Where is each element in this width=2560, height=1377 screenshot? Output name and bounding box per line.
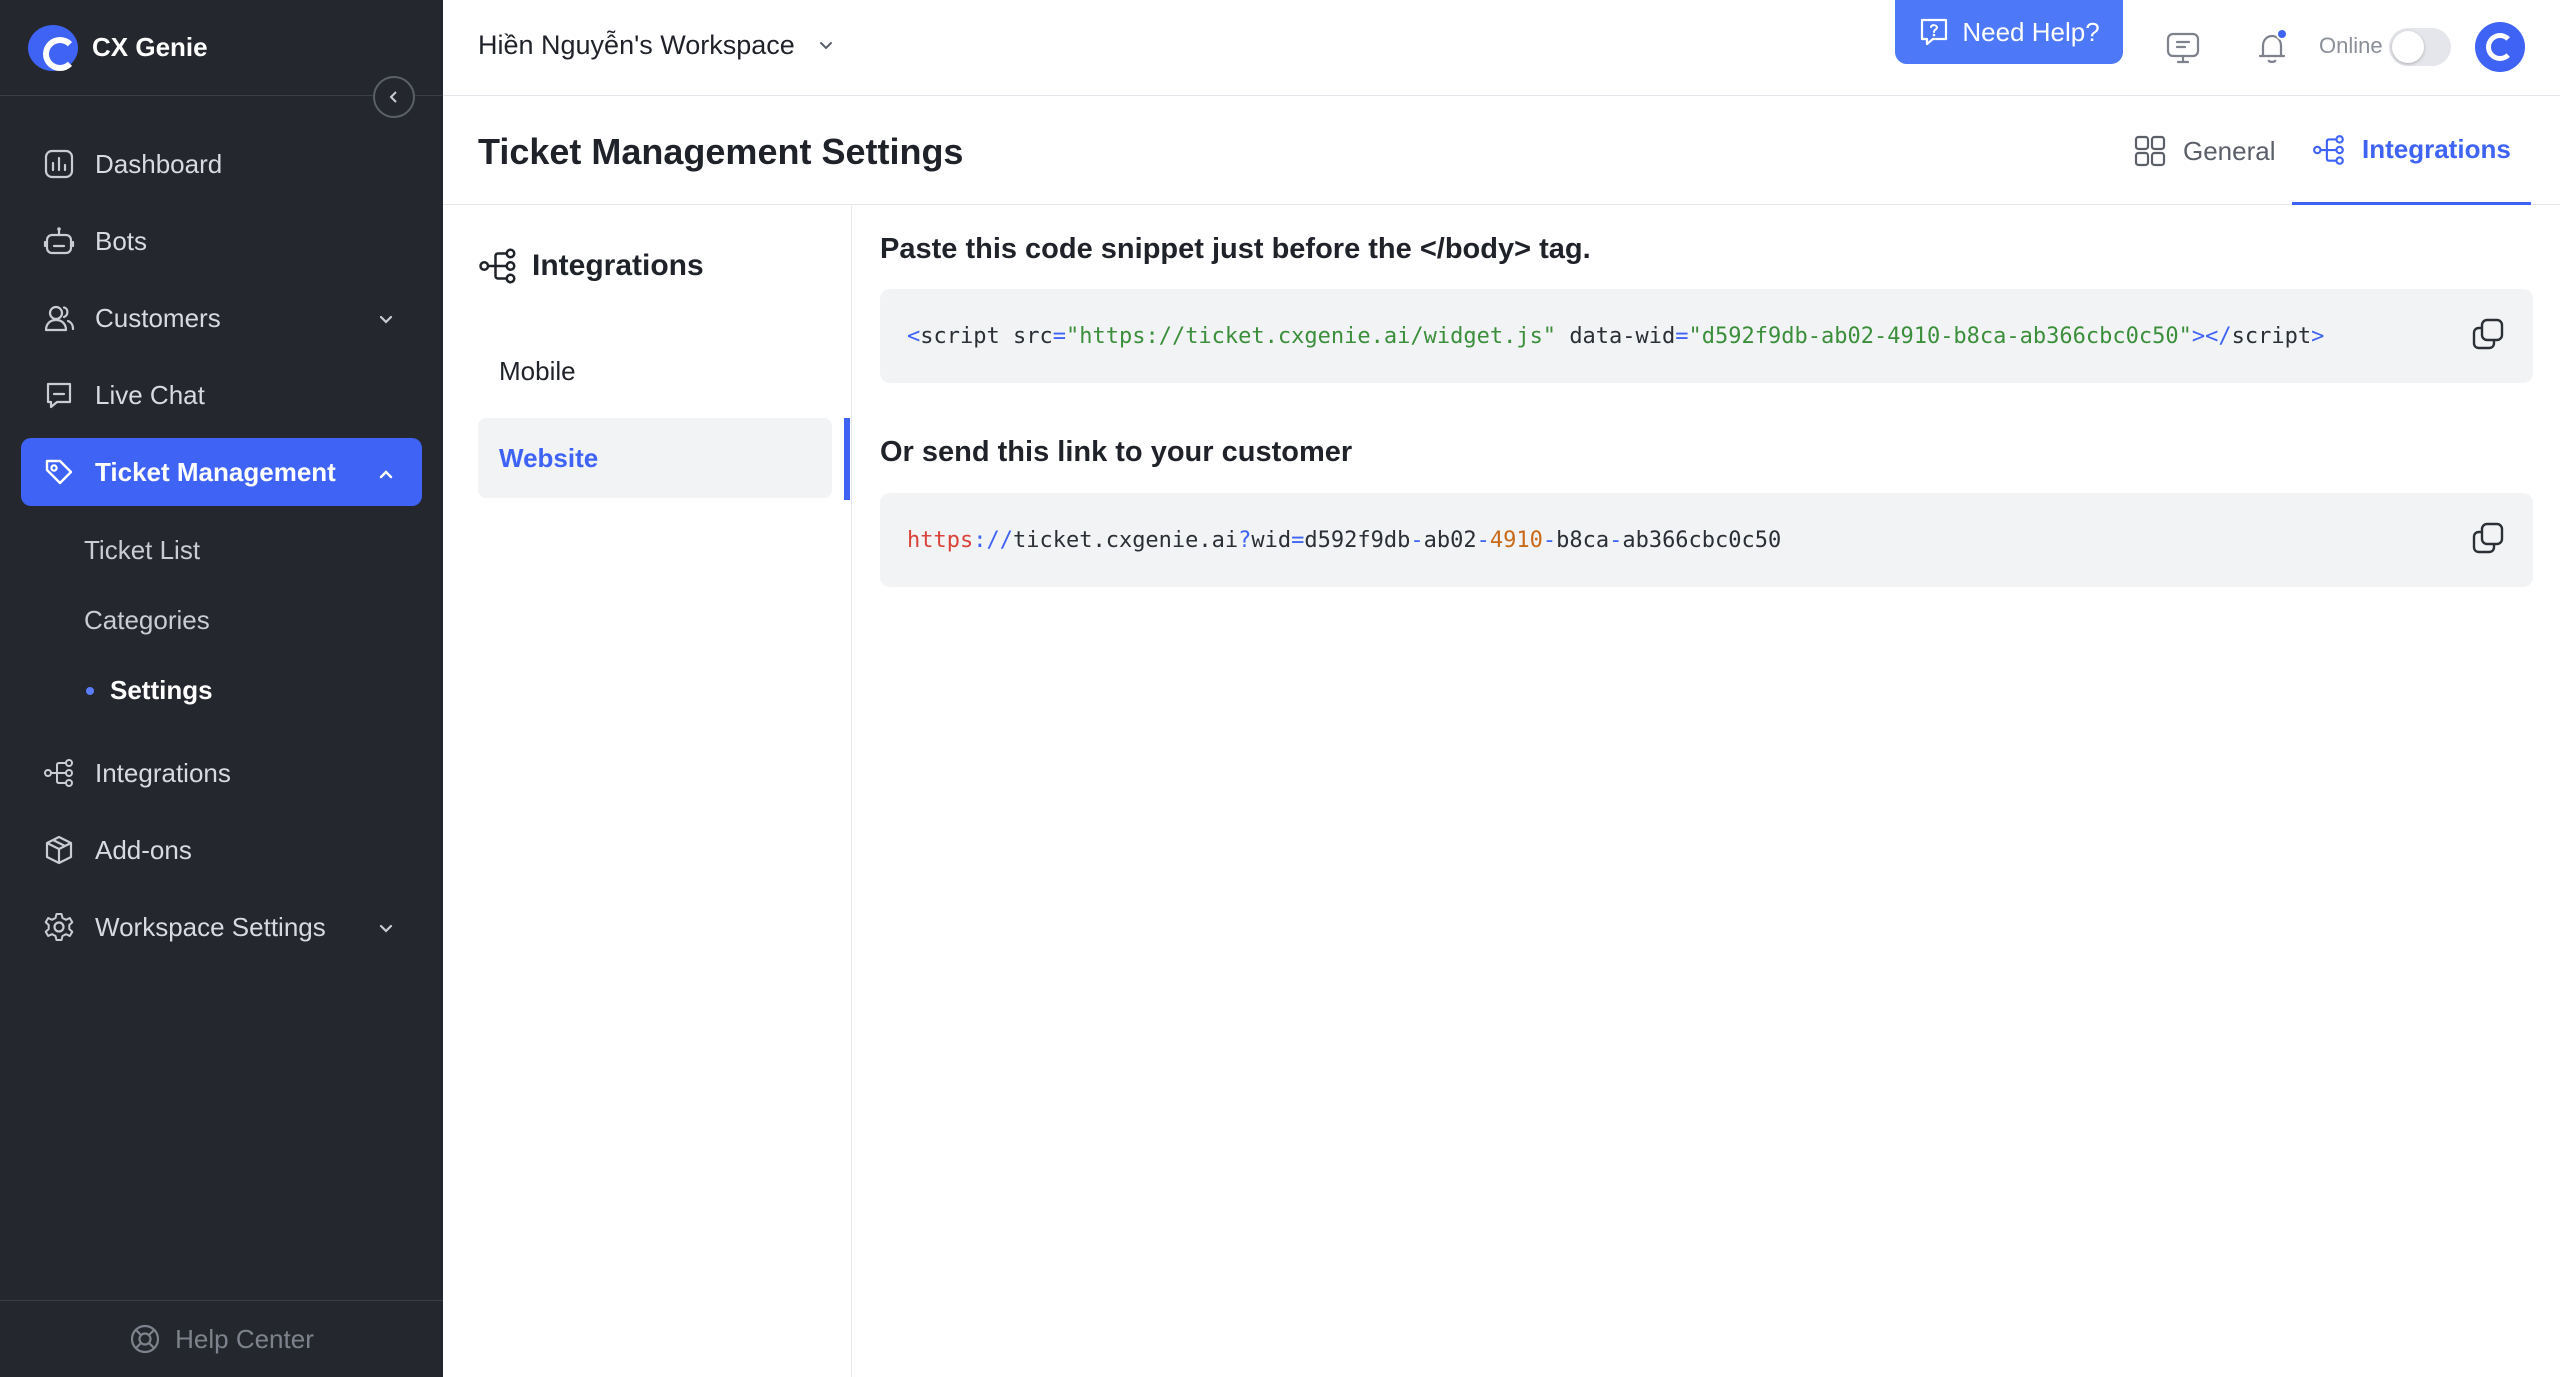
integrations-icon (2312, 133, 2346, 167)
help-chat-icon (1918, 16, 1950, 48)
sidebar-item-label: Bots (95, 225, 148, 256)
page-header: Ticket Management Settings General Integ… (443, 97, 2560, 205)
tutorial-button[interactable] (2163, 28, 2203, 68)
tab-general[interactable]: General (2133, 97, 2276, 205)
sidebar-subitem-ticket-list[interactable]: Ticket List (0, 515, 443, 585)
copy-snippet-button[interactable] (2471, 317, 2505, 351)
sidebar-item-label: Add-ons (95, 834, 192, 865)
help-center-label: Help Center (175, 1323, 314, 1354)
subnav-title: Integrations (478, 246, 704, 286)
sidebar-subitem-label: Categories (84, 604, 210, 635)
box-icon (41, 832, 77, 868)
collapse-sidebar-button[interactable] (373, 76, 415, 118)
current-indicator-dot (86, 687, 94, 695)
sidebar-subitem-settings[interactable]: Settings (0, 655, 443, 725)
top-bar: Hiền Nguyễn's Workspace Need Help? Onlin… (443, 0, 2560, 96)
sidebar-item-label: Workspace Settings (95, 911, 326, 942)
code-snippet-box[interactable]: <script src="https://ticket.cxgenie.ai/w… (880, 289, 2533, 383)
gear-icon (41, 909, 77, 945)
subnav-title-label: Integrations (532, 249, 704, 282)
chevron-down-icon (376, 915, 396, 946)
sidebar-subitem-label: Settings (110, 674, 213, 705)
sidebar-item-label: Customers (95, 302, 221, 333)
online-toggle[interactable] (2389, 28, 2451, 66)
subnav-item-mobile[interactable]: Mobile (478, 331, 832, 411)
chevron-left-icon (389, 91, 397, 103)
chevron-down-icon (817, 37, 835, 55)
sidebar: CX Genie Dashboard Bots Customers Live C… (0, 0, 443, 1377)
users-icon (41, 300, 77, 336)
sidebar-item-live-chat[interactable]: Live Chat (21, 361, 422, 429)
user-avatar[interactable] (2475, 22, 2525, 72)
integrations-icon (41, 755, 77, 791)
tab-integrations[interactable]: Integrations (2292, 97, 2531, 205)
notification-badge (2276, 28, 2288, 40)
help-center-link[interactable]: Help Center (0, 1300, 443, 1377)
customer-link: https://ticket.cxgenie.ai?wid=d592f9db-a… (907, 527, 1782, 553)
chart-icon (41, 146, 77, 182)
code-snippet: <script src="https://ticket.cxgenie.ai/w… (907, 323, 2325, 349)
copy-icon (2472, 522, 2504, 554)
sidebar-nav: Dashboard Bots Customers Live Chat Ticke… (0, 130, 443, 970)
brand-logo (28, 24, 78, 71)
sidebar-item-label: Dashboard (95, 148, 223, 179)
sidebar-item-bots[interactable]: Bots (21, 207, 422, 275)
online-status-label: Online (2319, 33, 2383, 58)
sidebar-item-label: Integrations (95, 757, 231, 788)
sidebar-item-customers[interactable]: Customers (21, 284, 422, 352)
sidebar-subitem-categories[interactable]: Categories (0, 585, 443, 655)
sidebar-item-add-ons[interactable]: Add-ons (21, 816, 422, 884)
sidebar-item-label: Live Chat (95, 379, 205, 410)
subnav-item-label: Mobile (499, 355, 576, 386)
sidebar-subitem-label: Ticket List (84, 534, 201, 565)
chevron-up-icon (376, 460, 396, 491)
brand[interactable]: CX Genie (0, 0, 443, 96)
notifications-button[interactable] (2252, 28, 2292, 68)
integrations-subnav: Integrations Mobile Website (443, 206, 852, 1377)
snippet-title: Paste this code snippet just before the … (880, 233, 1591, 265)
subnav-item-label: Website (499, 442, 599, 473)
sidebar-item-dashboard[interactable]: Dashboard (21, 130, 422, 198)
need-help-button[interactable]: Need Help? (1895, 0, 2123, 64)
link-title: Or send this link to your customer (880, 436, 1353, 468)
sidebar-item-integrations[interactable]: Integrations (21, 739, 422, 807)
tab-label: General (2183, 135, 2276, 166)
tab-label: Integrations (2362, 134, 2511, 164)
monitor-chat-icon (2166, 32, 2200, 64)
bot-icon (41, 223, 77, 259)
need-help-label: Need Help? (1962, 16, 2100, 47)
copy-link-button[interactable] (2471, 521, 2505, 555)
website-integration-content: Paste this code snippet just before the … (880, 206, 2535, 587)
workspace-switcher[interactable]: Hiền Nguyễn's Workspace (478, 30, 835, 61)
brand-name: CX Genie (92, 32, 208, 62)
sidebar-item-workspace-settings[interactable]: Workspace Settings (21, 893, 422, 961)
lifebuoy-icon (129, 1323, 161, 1355)
customer-link-box[interactable]: https://ticket.cxgenie.ai?wid=d592f9db-a… (880, 493, 2533, 587)
ticket-management-submenu: Ticket List Categories Settings (0, 515, 443, 725)
ticket-icon (41, 454, 77, 490)
workspace-name: Hiền Nguyễn's Workspace (478, 30, 795, 60)
subnav-item-website[interactable]: Website (478, 418, 832, 498)
copy-icon (2472, 318, 2504, 350)
sidebar-item-ticket-management[interactable]: Ticket Management (21, 438, 422, 506)
chat-icon (41, 377, 77, 413)
integrations-icon (478, 246, 518, 286)
active-subnav-marker (844, 418, 850, 500)
page-title: Ticket Management Settings (478, 131, 964, 172)
grid-icon (2133, 134, 2167, 168)
chevron-down-icon (376, 306, 396, 337)
sidebar-item-label: Ticket Management (95, 456, 336, 487)
